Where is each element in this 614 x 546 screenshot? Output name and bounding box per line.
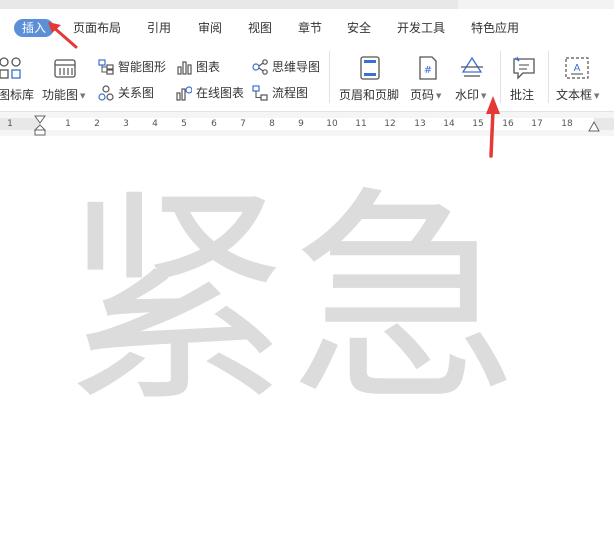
online-chart-label: 在线图表 bbox=[196, 86, 245, 100]
icon-library-icon bbox=[0, 57, 21, 79]
chevron-down-icon: ▼ bbox=[436, 91, 442, 100]
window-top-strip bbox=[0, 0, 614, 9]
menu-bar: 插入 页面布局 引用 审阅 视图 章节 安全 开发工具 特色应用 bbox=[0, 9, 614, 43]
chevron-down-icon: ▼ bbox=[594, 91, 600, 100]
mind-map-label: 思维导图 bbox=[272, 60, 321, 74]
icon-library-button[interactable]: 图标库 bbox=[0, 43, 34, 107]
document-page[interactable]: 紧急 bbox=[0, 136, 614, 546]
flowchart-label: 流程图 bbox=[272, 86, 309, 100]
tab-developer-tools[interactable]: 开发工具 bbox=[397, 19, 445, 37]
ruler-tick: 9 bbox=[298, 119, 304, 129]
ruler-tick: 13 bbox=[414, 119, 426, 129]
tab-page-layout[interactable]: 页面布局 bbox=[73, 19, 121, 37]
relation-chart-button[interactable]: 关系图 bbox=[98, 83, 158, 103]
watermark-icon bbox=[461, 56, 483, 77]
tab-chapter[interactable]: 章节 bbox=[298, 19, 322, 37]
comment-icon bbox=[513, 56, 535, 80]
first-line-indent-marker-icon[interactable] bbox=[34, 114, 46, 136]
watermark-text: 紧急 bbox=[62, 167, 518, 433]
tab-special-apps[interactable]: 特色应用 bbox=[471, 19, 519, 37]
text-box-icon: A bbox=[565, 57, 589, 79]
ribbon-divider bbox=[329, 51, 330, 103]
comment-button[interactable]: 批注 bbox=[506, 43, 542, 107]
ruler-tick: 2 bbox=[94, 119, 100, 129]
tab-references[interactable]: 引用 bbox=[147, 19, 171, 37]
text-box-label: 文本框 ▼ bbox=[556, 88, 600, 102]
icon-library-label: 图标库 bbox=[0, 88, 35, 102]
annotation-arrow-icon bbox=[48, 22, 78, 49]
ruler-tick: 1 bbox=[65, 119, 71, 129]
document-tab-strip bbox=[0, 0, 458, 9]
comment-label: 批注 bbox=[510, 88, 535, 102]
chart-button[interactable]: 图表 bbox=[176, 57, 226, 77]
right-indent-marker-icon[interactable] bbox=[588, 121, 600, 133]
text-box-button[interactable]: A 文本框 ▼ bbox=[554, 43, 614, 107]
svg-text:A: A bbox=[574, 63, 581, 74]
header-footer-button[interactable]: 页眉和页脚 bbox=[336, 43, 404, 107]
bar-chart-icon bbox=[177, 61, 192, 75]
ruler-tick: 14 bbox=[443, 119, 455, 129]
ruler-tick: 18 bbox=[561, 119, 573, 129]
ruler-tick: 7 bbox=[240, 119, 246, 129]
flowchart-icon bbox=[252, 85, 268, 101]
online-chart-icon bbox=[176, 86, 192, 101]
flowchart-button[interactable]: 流程图 bbox=[252, 83, 312, 103]
header-footer-label: 页眉和页脚 bbox=[339, 88, 400, 102]
ruler-tick: 6 bbox=[211, 119, 217, 129]
page-number-button[interactable]: # 页码 ▼ bbox=[408, 43, 448, 107]
page-number-icon: # bbox=[419, 56, 437, 80]
annotation-arrow-icon bbox=[486, 96, 500, 158]
header-footer-icon bbox=[360, 56, 380, 80]
smart-shape-label: 智能图形 bbox=[118, 60, 167, 74]
chart-label: 图表 bbox=[196, 60, 221, 74]
ruler-tick: 1 bbox=[7, 119, 13, 129]
function-chart-icon bbox=[54, 59, 76, 78]
ruler-tick: 3 bbox=[123, 119, 129, 129]
mind-map-button[interactable]: 思维导图 bbox=[252, 57, 324, 77]
ruler-tick: 12 bbox=[384, 119, 396, 129]
tab-security[interactable]: 安全 bbox=[347, 19, 371, 37]
function-chart-button[interactable]: 功能图 ▼ bbox=[40, 43, 88, 107]
ribbon-divider bbox=[548, 51, 549, 103]
online-chart-button[interactable]: 在线图表 bbox=[176, 83, 248, 103]
smart-shape-icon bbox=[98, 59, 114, 75]
relation-chart-label: 关系图 bbox=[118, 86, 155, 100]
svg-text:#: # bbox=[424, 65, 432, 76]
ruler-tick: 17 bbox=[531, 119, 543, 129]
ruler-tick: 10 bbox=[326, 119, 338, 129]
mind-map-icon bbox=[252, 59, 268, 75]
tab-view[interactable]: 视图 bbox=[248, 19, 272, 37]
ribbon-toolbar: 图标库 功能图 ▼ 智能图形 关系图 图表 在线图表 思维导图 流程图 页眉和页… bbox=[0, 43, 614, 112]
ruler-tick: 4 bbox=[152, 119, 158, 129]
horizontal-ruler[interactable]: 1 1 2 3 4 5 6 7 8 9 10 11 12 13 14 15 16… bbox=[0, 112, 614, 136]
function-chart-label: 功能图 ▼ bbox=[42, 88, 86, 102]
tab-review[interactable]: 审阅 bbox=[198, 19, 222, 37]
ruler-tick: 5 bbox=[181, 119, 187, 129]
ruler-tick: 11 bbox=[355, 119, 367, 129]
ruler-tick: 8 bbox=[269, 119, 275, 129]
page-number-label: 页码 ▼ bbox=[410, 88, 442, 102]
smart-shape-button[interactable]: 智能图形 bbox=[98, 57, 170, 77]
relation-chart-icon bbox=[98, 85, 114, 101]
chevron-down-icon: ▼ bbox=[80, 91, 86, 100]
